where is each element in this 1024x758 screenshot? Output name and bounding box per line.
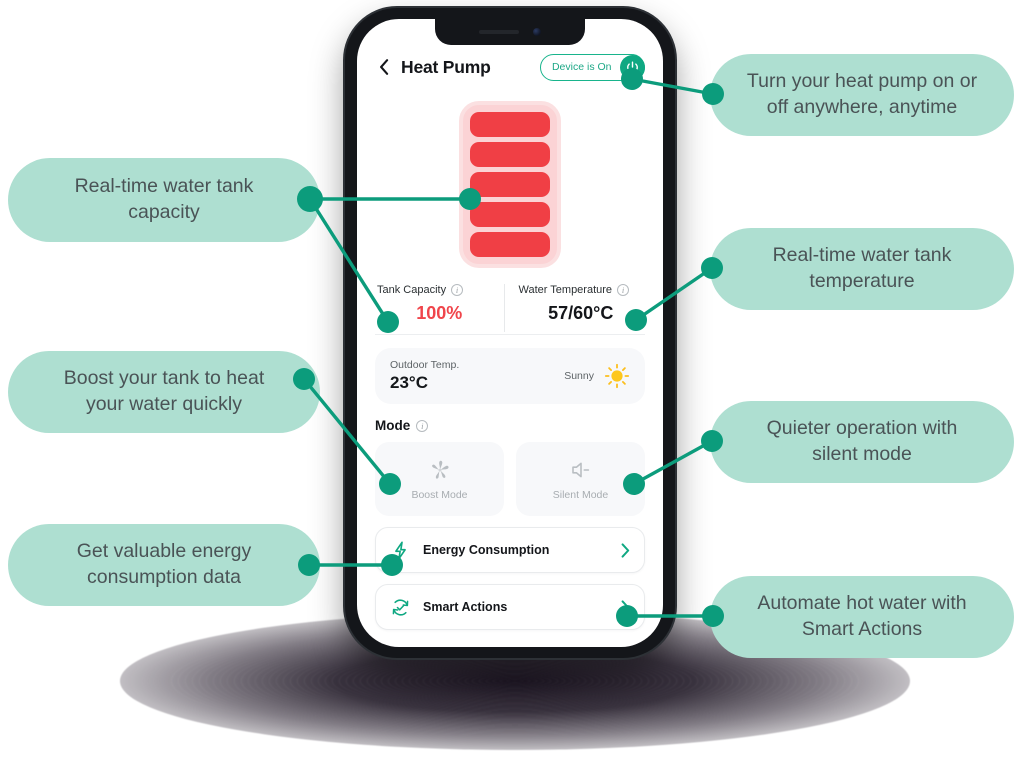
connector-silent — [633, 439, 713, 486]
connector-boost — [302, 377, 392, 486]
connector-power — [631, 77, 714, 96]
connector-capacity-value — [308, 198, 390, 323]
connector-endpoint-dots — [293, 68, 724, 627]
connector-temperature — [635, 266, 713, 322]
infographic-stage: Heat Pump Device is On Tank Capacity i 1… — [0, 0, 1024, 758]
connector-lines — [293, 68, 724, 627]
